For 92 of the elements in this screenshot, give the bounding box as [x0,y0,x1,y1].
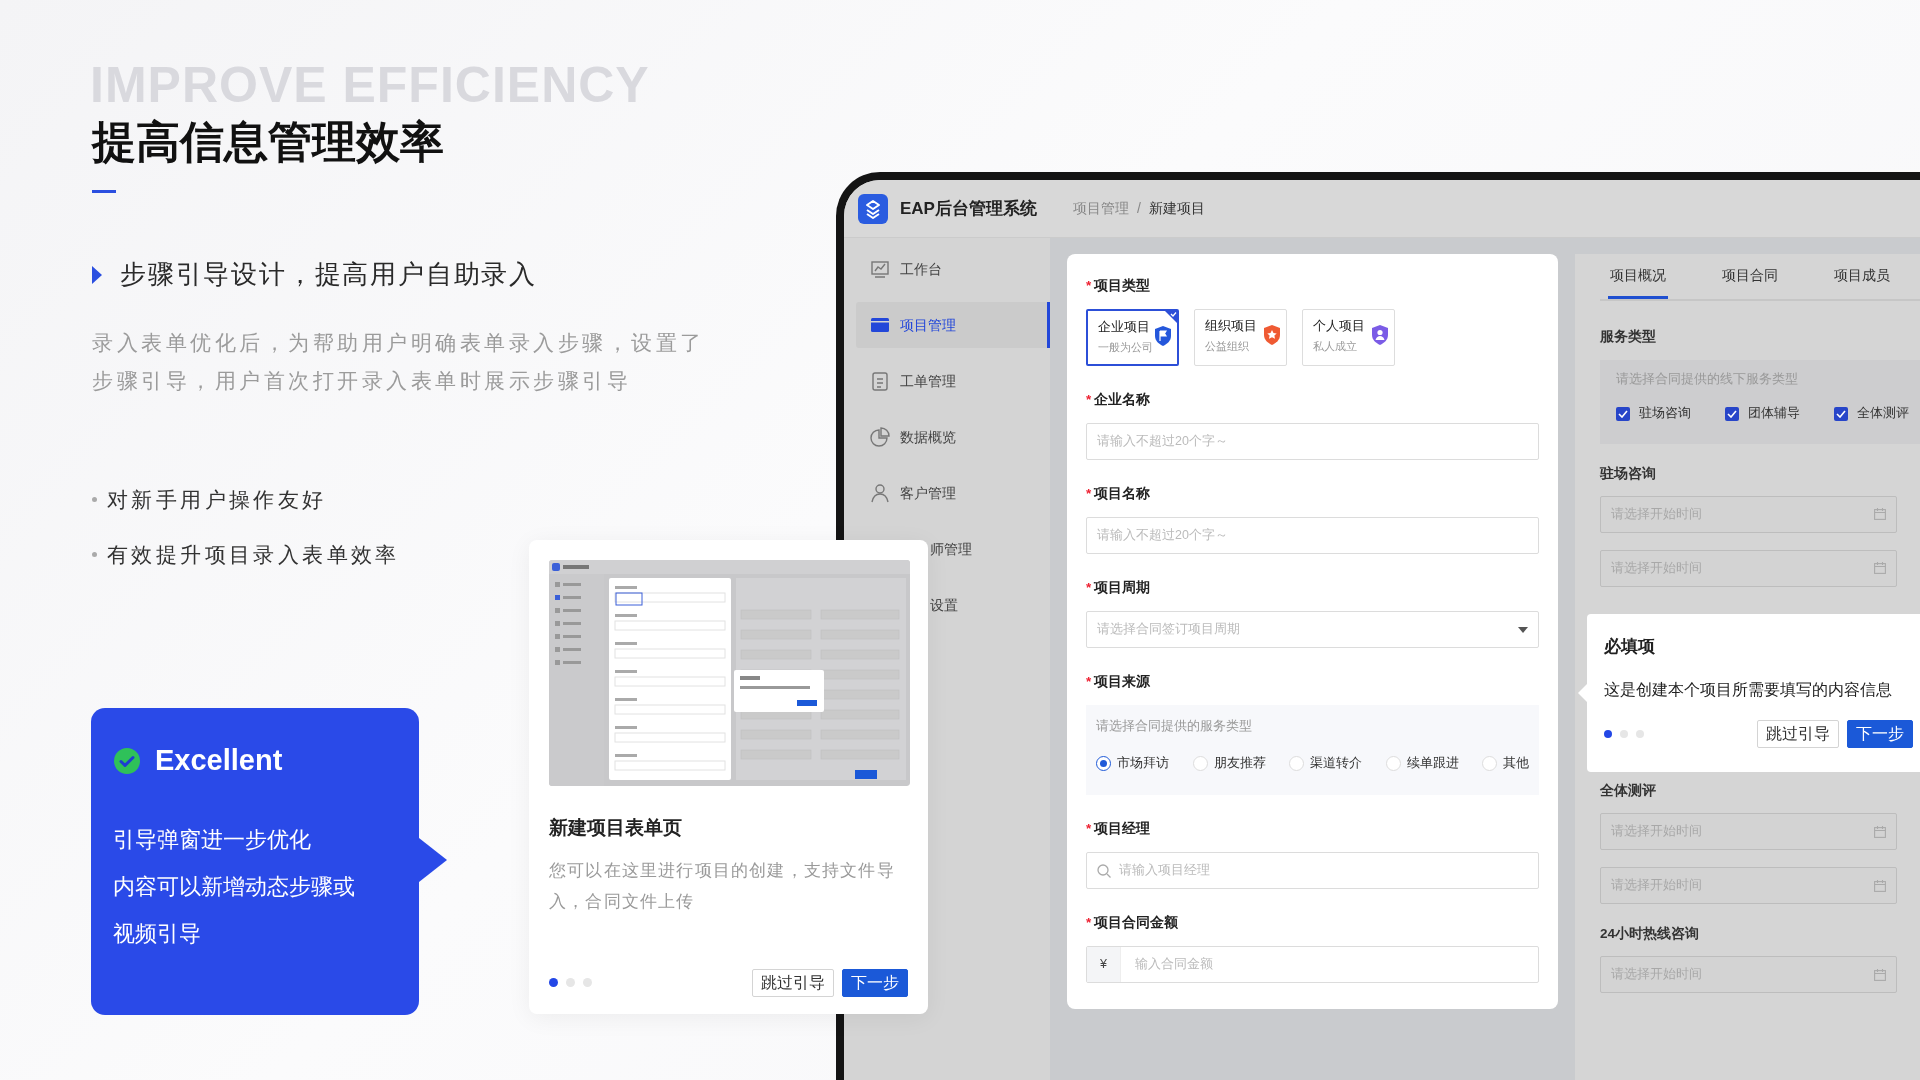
triangle-bullet-icon [92,265,102,284]
check-circle-icon [113,747,141,775]
sidebar-item[interactable]: 师管理 [930,526,1040,572]
radio-option[interactable]: 朋友推荐 [1192,753,1266,773]
type-option-card[interactable]: 组织项目 公益组织 [1194,309,1287,366]
calendar-icon [1874,968,1886,981]
star-shield-icon [1264,325,1280,345]
field-label: 项目合同金额 [1094,915,1179,930]
checkbox-option[interactable]: 团体辅导 [1725,404,1800,423]
required-mark: * [1086,486,1092,501]
calendar-icon [1874,825,1886,838]
checkmark-icon [1727,409,1737,418]
sidebar-item[interactable]: 客户管理 [856,470,1050,516]
popover-text: 这是创建本个项目所需要填写的内容信息 [1604,679,1893,700]
next-button[interactable]: 下一步 [1847,719,1913,748]
tab[interactable]: 项目概况 [1608,266,1668,300]
sidebar-item[interactable]: 数据概览 [856,414,1050,460]
checkbox-option[interactable]: 驻场咨询 [1616,404,1691,423]
option-title: 企业项目 [1098,318,1151,336]
section-label: 全体测评 [1600,781,1657,800]
description: 录入表单优化后，为帮助用户明确表单录入步骤，设置了步骤引导，用户首次打开录入表单时展示步骤引导 [92,330,706,394]
bullet-text: 有效提升项目录入表单效率 [107,541,400,568]
sidebar-item[interactable]: 工作台 [856,246,1050,292]
field-label: 项目类型 [1094,278,1151,293]
card-text: 内容可以新增动态步骤或 [113,873,356,901]
option-title: 组织项目 [1205,317,1257,335]
required-mark: * [1086,821,1092,836]
radio-option[interactable]: 续单跟进 [1385,753,1459,773]
required-mark: * [1086,278,1092,293]
amount-field[interactable]: ¥ 输入合同金额 [1086,946,1539,983]
skip-button[interactable]: 跳过引导 [1757,719,1839,748]
checkmark-icon [1618,409,1628,418]
accent-rule [92,190,116,193]
hint-text: 请选择合同提供的服务类型 [1096,718,1253,735]
chart-icon [870,259,890,279]
calendar-icon [1874,562,1886,575]
sidebar-item[interactable]: 工单管理 [856,358,1050,404]
option-subtitle: 一般为公司 [1098,340,1153,355]
bullet-text: 对新手用户操作友好 [107,486,327,513]
checkmark-icon [1836,409,1846,418]
popover-title: 必填项 [1604,636,1656,658]
pie-chart-icon [870,427,890,447]
field-label: 项目经理 [1094,821,1151,836]
calendar-icon [1874,508,1886,521]
page-heading: 提高信息管理效率 [92,116,444,168]
field-label: 企业名称 [1094,392,1151,407]
card-title: Excellent [155,743,283,779]
search-icon [1097,863,1111,878]
option-title: 个人项目 [1313,317,1365,335]
dropdown-caret-icon [1518,626,1528,633]
corner-check-icon [1164,310,1178,324]
type-option-card[interactable]: 企业项目 一般为公司 [1086,309,1179,366]
checkbox-option[interactable]: 全体测评 [1834,404,1909,423]
subheading: 步骤引导设计，提高用户自助录入 [120,258,537,291]
option-subtitle: 公益组织 [1205,339,1250,354]
user-icon [870,483,890,503]
guide-text: 您可以在这里进行项目的创建，支持文件导入，合同文件上传 [549,859,896,913]
required-mark: * [1086,392,1092,407]
bullet-dot [92,552,97,557]
radio-option[interactable]: 市场拜访 [1096,753,1169,773]
required-mark: * [1086,915,1092,930]
person-shield-icon [1372,325,1388,345]
guide-title: 新建项目表单页 [549,816,683,840]
option-subtitle: 私人成立 [1313,339,1358,354]
tab[interactable]: 项目合同 [1720,266,1780,300]
bullet-dot [92,497,97,502]
section-label: 服务类型 [1600,328,1657,347]
sidebar-item[interactable]: 设置 [930,582,1040,628]
field-label: 项目来源 [1094,674,1151,689]
section-label: 驻场咨询 [1600,464,1657,483]
tab[interactable]: 项目成员 [1832,266,1892,300]
app-title: EAP后台管理系统 [900,197,1037,220]
card-text: 引导弹窗进一步优化 [113,826,312,854]
type-option-card[interactable]: 个人项目 私人成立 [1302,309,1395,366]
required-mark: * [1086,580,1092,595]
calendar-icon [1874,879,1886,892]
card-text: 视频引导 [113,920,202,948]
sidebar-item[interactable]: 项目管理 [856,302,1050,348]
logo-icon [858,193,888,224]
required-mark: * [1086,674,1092,689]
radio-option[interactable]: 其他 [1482,753,1529,773]
next-button[interactable]: 下一步 [842,968,908,997]
breadcrumb-item: 新建项目 [1148,199,1205,218]
breadcrumb-separator: / [1136,199,1141,218]
section-label: 24小时热线咨询 [1600,925,1701,943]
field-label: 项目名称 [1094,486,1151,501]
flag-shield-icon [1155,326,1171,346]
skip-button[interactable]: 跳过引导 [752,968,834,997]
field-label: 项目周期 [1094,580,1151,595]
card-icon [870,315,890,335]
radio-option[interactable]: 渠道转介 [1289,753,1362,773]
clipboard-icon [870,371,890,391]
